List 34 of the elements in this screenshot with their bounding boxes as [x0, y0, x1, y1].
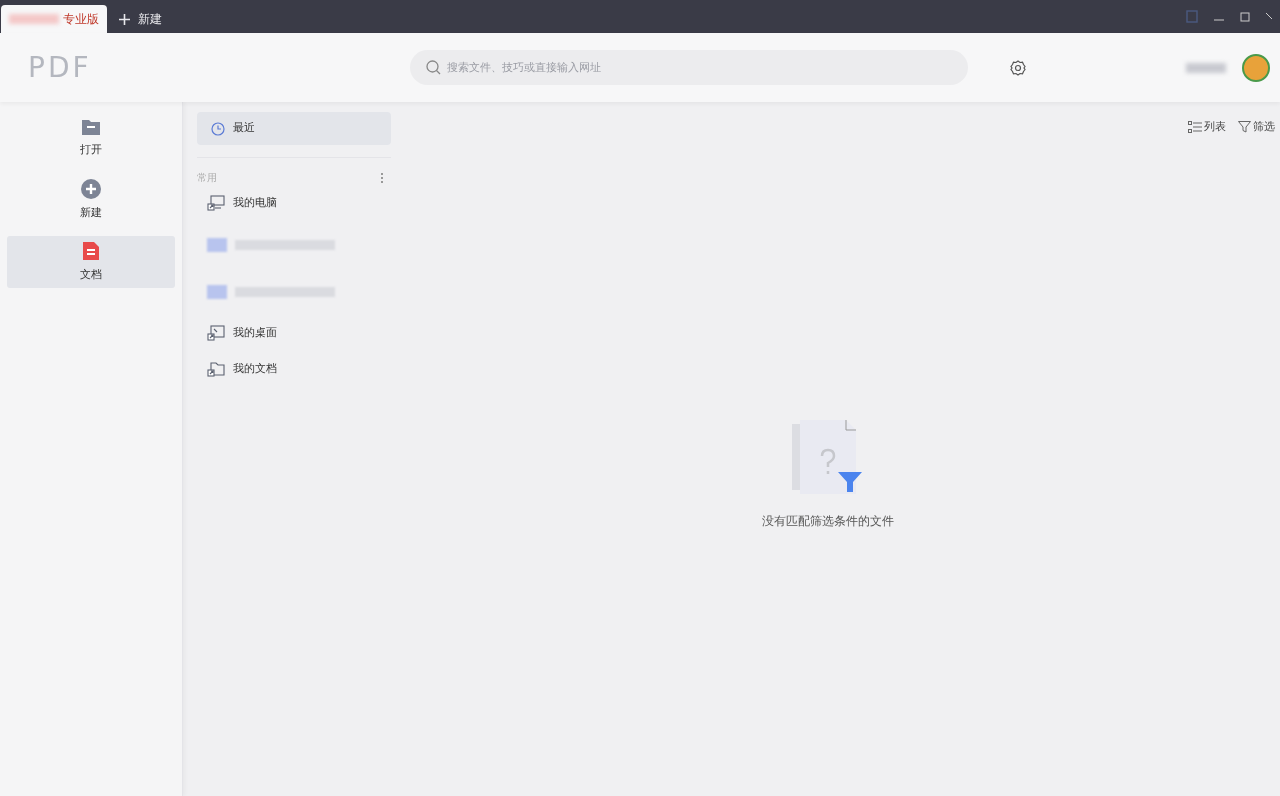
maximize-icon[interactable] — [1240, 11, 1250, 22]
computer-icon — [207, 194, 225, 212]
close-icon[interactable] — [1266, 11, 1272, 22]
list-icon — [1188, 121, 1202, 134]
plus-icon — [81, 178, 101, 199]
folder-icon — [207, 360, 225, 378]
place-item[interactable]: 我的桌面 — [197, 315, 391, 351]
tab[interactable]: 新建 — [107, 5, 174, 33]
tab[interactable]: 专业版 — [1, 5, 107, 33]
empty-message: 没有匹配筛选条件的文件 — [761, 512, 894, 530]
settings-icon[interactable] — [1010, 59, 1026, 76]
document-icon — [82, 240, 100, 261]
search-icon — [426, 60, 441, 75]
blurred-title — [9, 14, 59, 24]
blurred-icon — [207, 237, 227, 252]
nav-item[interactable]: 文档 — [7, 236, 175, 288]
section-title: 常用 — [197, 171, 217, 185]
avatar[interactable] — [1242, 53, 1270, 82]
filter-icon — [1238, 121, 1251, 134]
recent-item[interactable]: 最近 — [197, 112, 391, 145]
blurred-username — [1186, 62, 1226, 73]
folder-icon — [81, 117, 101, 136]
search-field[interactable]: 搜索文件、技巧或直接输入网址 — [410, 50, 968, 85]
nav-item[interactable]: 新建 — [7, 174, 175, 226]
clock-icon — [211, 121, 225, 136]
filter-button[interactable]: 筛选 — [1238, 119, 1275, 136]
blurred-icon — [207, 284, 227, 299]
list-view-button[interactable]: 列表 — [1188, 119, 1226, 136]
nav-item[interactable]: 打开 — [7, 112, 175, 164]
place-item[interactable]: 我的文档 — [197, 351, 391, 387]
place-item[interactable]: 我的电脑 — [197, 185, 391, 221]
logo: PDF — [28, 49, 93, 86]
desktop-icon — [207, 324, 225, 342]
plus-icon — [119, 13, 130, 25]
